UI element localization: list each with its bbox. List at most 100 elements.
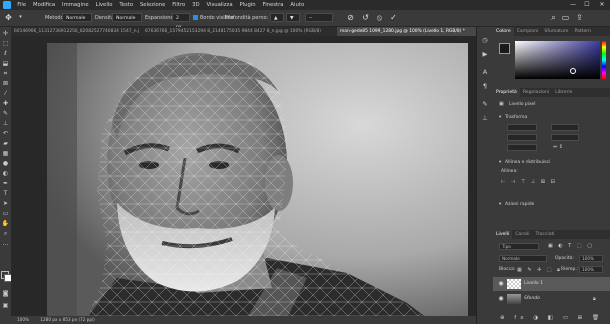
tab-canali[interactable]: Canali [512, 230, 532, 239]
blend-mode-select[interactable]: Normale [499, 255, 547, 262]
menu-item-finestra[interactable]: Finestra [260, 0, 286, 10]
layer-row[interactable]: ◉ Livello 1 [493, 277, 610, 291]
menu-item-3d[interactable]: 3D [190, 0, 203, 10]
menu-item-immagine[interactable]: Immagine [59, 0, 91, 10]
brushes-panel-icon[interactable]: ✎ [480, 99, 490, 109]
menu-item-modifica[interactable]: Modifica [30, 0, 57, 10]
document-image[interactable] [47, 43, 468, 318]
layer-row[interactable]: ◉ Sfondo 🔒︎ [493, 292, 610, 306]
eraser-tool-icon[interactable]: ▰ [1, 139, 10, 148]
share-icon[interactable]: ⇪ [574, 12, 585, 23]
clone-stamp-tool-icon[interactable]: ⊥ [1, 119, 10, 128]
menu-item-livello[interactable]: Livello [93, 0, 115, 10]
commit-check-icon[interactable]: ✓ [388, 12, 399, 23]
align-buttons[interactable]: ⊢ ⊣ ⊤ ⊥ ⊞ ⊟ [501, 179, 557, 185]
trasforma-chevron-icon[interactable]: ▾ [499, 115, 501, 120]
undo-icon[interactable]: ↺ [360, 12, 371, 23]
history-brush-tool-icon[interactable]: ↶ [1, 129, 10, 138]
rectangle-tool-icon[interactable]: ▭ [1, 209, 10, 218]
hue-slider[interactable] [602, 41, 606, 79]
maximize-button[interactable]: ☐ [580, 0, 594, 10]
tab-regolazioni[interactable]: Regolazioni [520, 88, 552, 97]
history-panel-icon[interactable]: ◷ [480, 35, 490, 45]
blur-tool-icon[interactable]: ● [1, 159, 10, 168]
type-tool-icon[interactable]: T [1, 189, 10, 198]
gradient-tool-icon[interactable]: ▦ [1, 149, 10, 158]
tab-pattern[interactable]: Pattern [571, 27, 594, 36]
lock-icons[interactable]: ▦ ✎ ✢ ⬚ 🔒︎ [517, 267, 562, 273]
quick-mask-icon[interactable]: ◙ [1, 289, 10, 298]
tool-preset-chevron-icon[interactable]: ▾ [15, 12, 26, 23]
densita-select[interactable]: Normale [112, 13, 142, 22]
width-field[interactable] [507, 124, 537, 131]
marquee-tool-icon[interactable]: ⬚ [1, 39, 10, 48]
tab-proprieta[interactable]: Proprietà [493, 88, 520, 97]
angle-field[interactable] [507, 144, 537, 151]
profondita-perno-up-button[interactable]: ▲ [270, 13, 284, 22]
pen-tool-icon[interactable]: ✒ [1, 179, 10, 188]
menu-item-filtro[interactable]: Filtro [170, 0, 188, 10]
document-tab-active[interactable]: man-gede85 1099_1280.jpg @ 100% (Livello… [337, 27, 476, 36]
tab-sfumature[interactable]: Sfumature [541, 27, 571, 36]
clone-source-panel-icon[interactable]: ⊥ [480, 113, 490, 123]
actions-panel-icon[interactable]: ▶ [480, 49, 490, 59]
menu-item-aiuto[interactable]: Aiuto [288, 0, 307, 10]
tab-colore[interactable]: Colore [493, 27, 514, 36]
search-icon[interactable]: ⌕ [548, 12, 559, 23]
paragraph-panel-icon[interactable]: ¶ [480, 81, 490, 91]
espansione-input[interactable]: 2 px [172, 13, 190, 30]
allinea-chevron-icon[interactable]: ▾ [499, 160, 501, 165]
foreground-swatch[interactable] [499, 43, 510, 54]
screen-mode-icon[interactable]: ▣ [1, 301, 10, 310]
frame-tool-icon[interactable]: ⊠ [1, 79, 10, 88]
eyedropper-tool-icon[interactable]: ⁄ [1, 89, 10, 98]
x-field[interactable] [551, 124, 579, 131]
flip-icons[interactable]: ⇔ ⇕ [553, 144, 563, 150]
layer-name[interactable]: Sfondo [524, 292, 540, 306]
document-tab[interactable]: 67636766_1579452153294 8_2148175035 9844… [142, 27, 335, 36]
zoom-tool-icon[interactable]: ⌕ [1, 229, 10, 238]
dodge-tool-icon[interactable]: ◐ [1, 169, 10, 178]
more-tools-icon[interactable]: … [1, 239, 10, 248]
document-tab[interactable]: 60146906_11312736912256_82082527740834 1… [11, 27, 139, 36]
crop-tool-icon[interactable]: ⌗ [1, 69, 10, 78]
menu-item-plugin[interactable]: Plugin [237, 0, 258, 10]
healing-brush-tool-icon[interactable]: ✚ [1, 99, 10, 108]
tab-livelli[interactable]: Livelli [493, 230, 513, 239]
menu-item-testo[interactable]: Testo [117, 0, 136, 10]
hand-tool-icon[interactable]: ✋ [1, 219, 10, 228]
menu-item-visualizza[interactable]: Visualizza [204, 0, 235, 10]
tab-librerie[interactable]: Librerie [552, 88, 575, 97]
tab-tracciati[interactable]: Tracciati [533, 230, 558, 239]
opacity-input[interactable]: 100% [579, 255, 603, 262]
zoom-level[interactable]: 100% [17, 317, 29, 322]
layer-filter-icons[interactable]: ▣ ◐ T ⬚ ▢ [548, 243, 594, 249]
visibility-eye-icon[interactable]: ◉ [497, 277, 505, 291]
character-panel-icon[interactable]: A [480, 67, 490, 77]
layer-filter-select[interactable]: Tipo [499, 243, 539, 250]
bordo-visibile-checkbox[interactable] [193, 15, 198, 20]
close-window-button[interactable]: ✕ [595, 0, 609, 10]
menu-item-file[interactable]: File [15, 0, 29, 10]
workspace-icon[interactable]: ▭ [560, 12, 571, 23]
cancel-icon[interactable]: ⦸ [374, 12, 385, 23]
color-picker-handle[interactable] [570, 68, 576, 74]
rotazione-select[interactable]: -- [305, 13, 333, 22]
puppet-warp-tool-icon[interactable]: ✥ [3, 12, 14, 23]
minimize-button[interactable]: — [566, 0, 580, 10]
move-tool-icon[interactable]: ✢ [1, 29, 10, 38]
fill-input[interactable]: 100% [579, 266, 603, 273]
object-selection-tool-icon[interactable]: ⬓ [1, 59, 10, 68]
visibility-eye-icon[interactable]: ◉ [497, 292, 505, 306]
allinea-header[interactable]: Allinea e distribuisci [505, 160, 550, 165]
y-field[interactable] [551, 134, 579, 141]
menu-item-selezione[interactable]: Selezione [137, 0, 168, 10]
color-field[interactable] [515, 41, 600, 79]
azioni-rapide-header[interactable]: Azioni rapide [505, 202, 534, 207]
tab-campioni[interactable]: Campioni [514, 27, 542, 36]
azioni-chevron-icon[interactable]: ▾ [499, 202, 501, 207]
layer-name[interactable]: Livello 1 [524, 277, 543, 291]
lasso-tool-icon[interactable]: ℓ [1, 49, 10, 58]
remove-pins-icon[interactable]: ⊘ [345, 12, 356, 23]
layers-footer-buttons[interactable]: ⊕ fx ◑ ◧ ▭ ⊞ 🗑︎ [493, 313, 610, 324]
